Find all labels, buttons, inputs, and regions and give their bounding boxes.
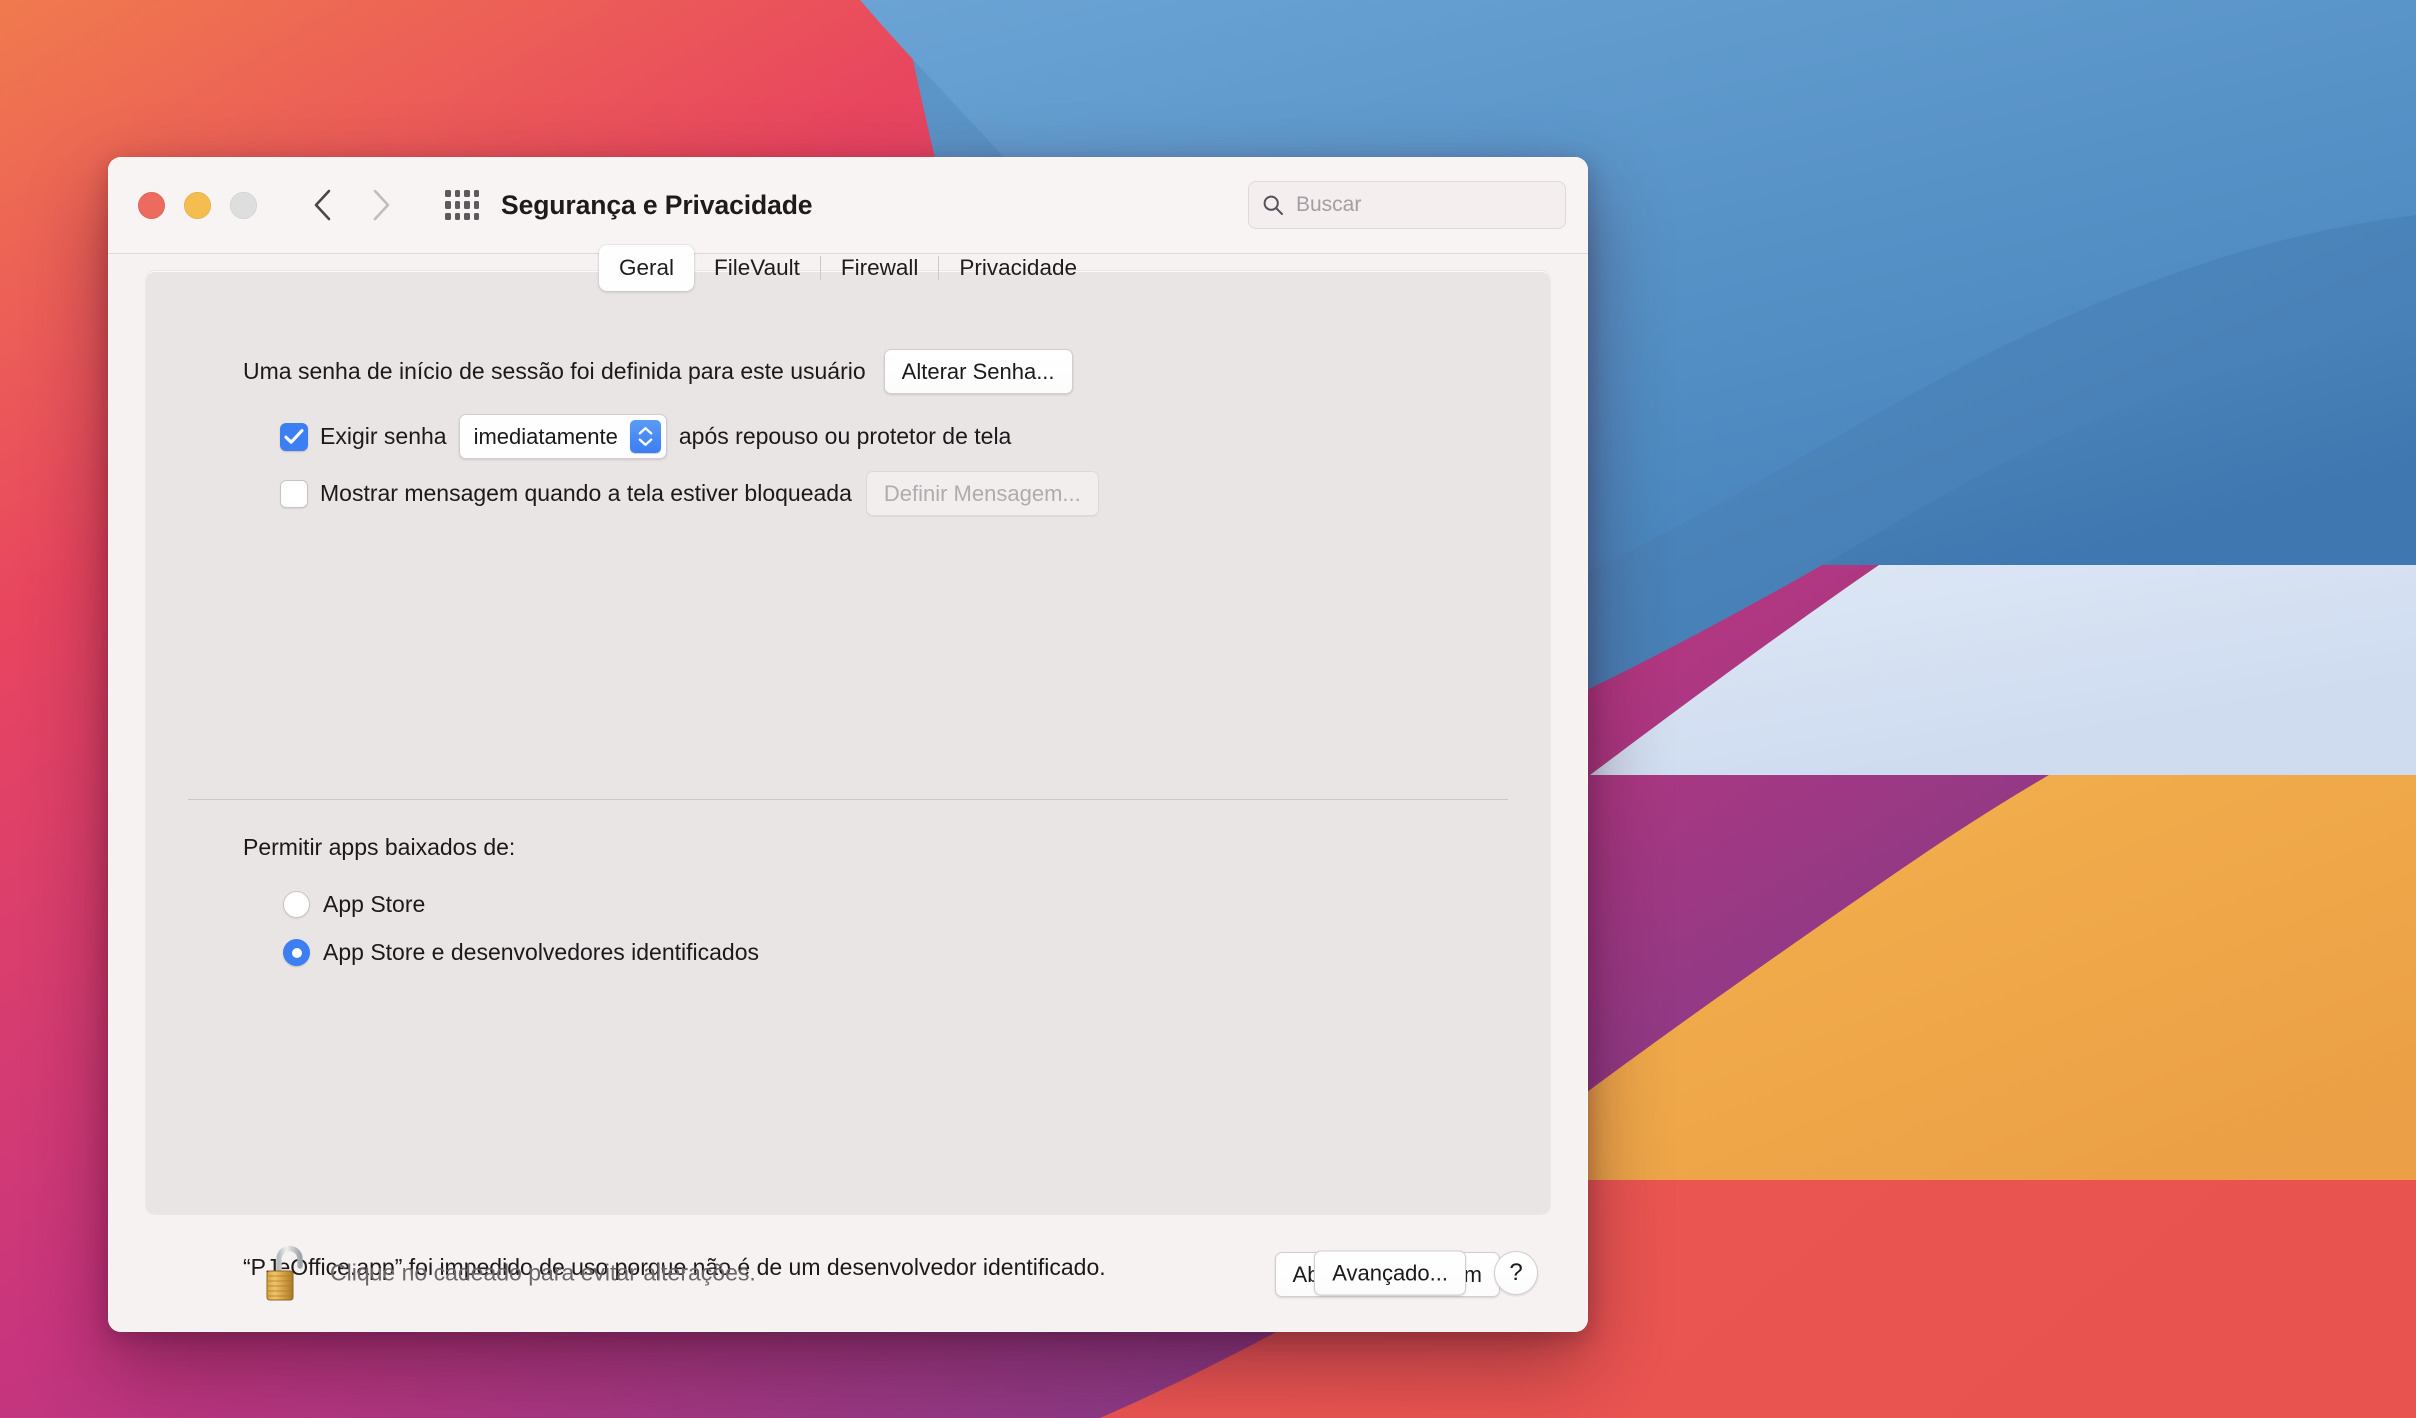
- section-divider: [188, 799, 1508, 800]
- lock-hint-text: Clique no cadeado para evitar alterações…: [330, 1259, 756, 1286]
- password-status-label: Uma senha de início de sessão foi defini…: [243, 358, 866, 384]
- radio-appstore-label: App Store: [323, 891, 426, 917]
- forward-chevron-icon[interactable]: [365, 185, 399, 225]
- zoom-button[interactable]: [230, 191, 257, 219]
- change-password-button[interactable]: Alterar Senha...: [883, 349, 1073, 394]
- show-message-label: Mostrar mensagem quando a tela estiver b…: [320, 480, 852, 506]
- system-preferences-window: Segurança e Privacidade Geral FileVault …: [108, 157, 1588, 1332]
- minimize-button[interactable]: [184, 191, 211, 219]
- radio-appstore-identified[interactable]: [283, 939, 310, 966]
- tab-bar: Geral FileVault Firewall Privacidade: [146, 245, 1550, 291]
- gatekeeper-title: Permitir apps baixados de:: [243, 834, 516, 860]
- page-title: Segurança e Privacidade: [501, 189, 813, 220]
- show-message-row: Mostrar mensagem quando a tela estiver b…: [188, 471, 1508, 516]
- search-field[interactable]: [1248, 181, 1566, 229]
- traffic-lights: [138, 191, 257, 219]
- advanced-button[interactable]: Avançado...: [1314, 1250, 1466, 1296]
- tab-geral[interactable]: Geral: [599, 245, 695, 291]
- help-button[interactable]: ?: [1494, 1251, 1538, 1295]
- require-password-suffix-label: após repouso ou protetor de tela: [678, 423, 1012, 449]
- window-footer: Clique no cadeado para evitar alterações…: [108, 1214, 1588, 1332]
- password-delay-popup[interactable]: imediatamente: [458, 414, 667, 459]
- require-password-label: Exigir senha: [320, 423, 447, 449]
- set-message-button[interactable]: Definir Mensagem...: [865, 471, 1099, 516]
- window-toolbar: Segurança e Privacidade: [108, 157, 1588, 254]
- chevron-updown-icon[interactable]: [629, 420, 661, 453]
- content-panel: Geral FileVault Firewall Privacidade Uma…: [146, 245, 1550, 1297]
- window-body: Geral FileVault Firewall Privacidade Uma…: [108, 245, 1588, 1297]
- require-password-checkbox[interactable]: [280, 422, 308, 451]
- password-status-row: Uma senha de início de sessão foi defini…: [188, 349, 1508, 394]
- require-password-row: Exigir senha imediatamente após repouso …: [188, 414, 1508, 459]
- show-message-checkbox[interactable]: [280, 479, 308, 508]
- grid-icon[interactable]: [445, 190, 479, 220]
- radio-appstore-identified-label: App Store e desenvolvedores identificado…: [323, 939, 760, 965]
- gatekeeper-option-appstore[interactable]: App Store: [283, 891, 425, 918]
- tab-filevault[interactable]: FileVault: [694, 245, 820, 291]
- password-delay-value: imediatamente: [473, 423, 618, 449]
- open-padlock-icon[interactable]: [264, 1242, 310, 1304]
- radio-appstore[interactable]: [283, 891, 310, 918]
- navigation-buttons: [305, 185, 399, 225]
- search-icon: [1261, 193, 1285, 217]
- gatekeeper-option-appstore-identified[interactable]: App Store e desenvolvedores identificado…: [283, 939, 759, 966]
- tab-firewall[interactable]: Firewall: [821, 245, 939, 291]
- close-button[interactable]: [138, 191, 165, 219]
- search-input[interactable]: [1296, 193, 1553, 217]
- tab-privacidade[interactable]: Privacidade: [939, 245, 1097, 291]
- back-chevron-icon[interactable]: [305, 185, 339, 225]
